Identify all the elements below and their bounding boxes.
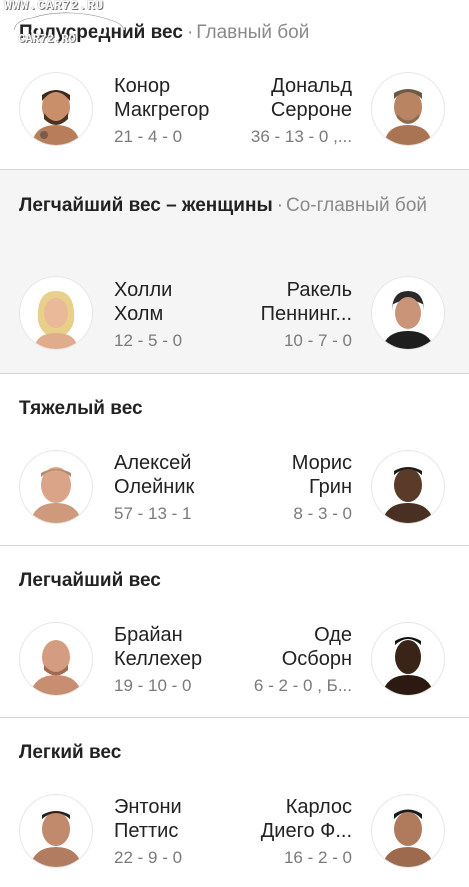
fighter-name-red[interactable]: Конор Макгрегор — [114, 74, 209, 122]
weight-class: Легчайший вес — [19, 570, 161, 591]
fight-header: Легчайший вес – женщины · Со-главный бой — [19, 190, 457, 221]
fighter-portrait-icon[interactable] — [20, 623, 92, 695]
fight-header: Легчайший вес — [19, 565, 457, 596]
fighter-portrait-icon[interactable] — [20, 277, 92, 349]
fighter-name-blue[interactable]: Морис Грин — [292, 451, 352, 499]
fighter-name-red[interactable]: Энтони Петтис — [114, 795, 182, 843]
fighter-record-blue: 16 - 2 - 0 — [283, 848, 352, 867]
fight-header: Легкий вес — [19, 737, 457, 768]
fighter-portrait-icon[interactable] — [20, 795, 92, 867]
fighter-portrait-icon[interactable] — [372, 795, 444, 867]
fighter-first-name: Оде — [314, 624, 352, 646]
fighter-first-name: Энтони — [114, 796, 182, 818]
fighter-last-name: Пеннинг... — [260, 303, 352, 325]
fighter-record-red: 57 - 13 - 1 — [114, 504, 192, 523]
fighter-first-name: Холли — [114, 279, 173, 301]
fighter-first-name: Ракель — [286, 279, 352, 301]
fighter-record-red: 19 - 10 - 0 — [114, 676, 192, 695]
fighter-portrait-icon[interactable] — [20, 73, 92, 145]
header-separator: · — [186, 22, 194, 43]
fighter-record-blue: 10 - 7 - 0 — [283, 331, 352, 350]
fighter-last-name: Диего Ф... — [260, 820, 352, 842]
fight-row[interactable]: Полусредний вес · Главный бой Конор Макгре… — [0, 0, 469, 170]
bout-type: Главный бой — [196, 22, 310, 43]
fight-card-screen: WWW.CAR72.RU CAR72.RO Полусредний вес · Гл… — [0, 0, 469, 887]
fighter-last-name: Олейник — [114, 476, 195, 498]
bout-type: Со-главный бой — [286, 195, 427, 216]
fight-row[interactable]: Легкий вес Энтони Петтис 22 - 9 - 0 Карл… — [0, 718, 469, 887]
fighter-portrait-icon[interactable] — [372, 623, 444, 695]
fighter-name-blue[interactable]: Карлос Диего Ф... — [261, 795, 352, 843]
header-separator: · — [276, 195, 284, 216]
fighter-portrait-icon[interactable] — [372, 73, 444, 145]
fighter-name-red[interactable]: Алексей Олейник — [114, 451, 194, 499]
fighter-portrait-icon[interactable] — [372, 277, 444, 349]
weight-class: Полусредний вес — [19, 22, 183, 43]
fighter-portrait-icon[interactable] — [20, 451, 92, 523]
fight-row[interactable]: Легчайший вес – женщины · Со-главный бой Х… — [0, 170, 469, 374]
fighter-record-red: 21 - 4 - 0 — [114, 127, 183, 146]
fighter-last-name: Макгрегор — [114, 99, 210, 121]
fighter-name-blue[interactable]: Оде Осборн — [282, 623, 352, 671]
fighter-first-name: Брайан — [114, 624, 183, 646]
fighter-first-name: Карлос — [285, 796, 352, 818]
fighter-first-name: Дональд — [271, 75, 352, 97]
fight-row[interactable]: Тяжелый вес Алексей Олейник 57 - 13 - 1 … — [0, 374, 469, 546]
fighter-last-name: Осборн — [281, 648, 352, 670]
fighter-record-red: 22 - 9 - 0 — [114, 848, 183, 867]
fighter-last-name: Петтис — [114, 820, 179, 842]
fighter-first-name: Алексей — [114, 452, 192, 474]
fighter-record-blue: 8 - 3 - 0 — [293, 504, 352, 523]
fighter-name-blue[interactable]: Ракель Пеннинг... — [261, 278, 352, 326]
fighter-last-name: Келлехер — [114, 648, 203, 670]
fighter-last-name: Грин — [308, 476, 352, 498]
fighter-first-name: Морис — [291, 452, 352, 474]
fighter-first-name: Конор — [114, 75, 171, 97]
fighter-last-name: Серроне — [270, 99, 352, 121]
fighter-name-blue[interactable]: Дональд Серроне — [271, 74, 352, 122]
fight-row[interactable]: Легчайший вес Брайан Келлехер 19 - 10 - … — [0, 546, 469, 718]
fighter-record-blue: 6 - 2 - 0 , Б... — [253, 676, 352, 695]
weight-class: Тяжелый вес — [19, 398, 143, 419]
fighter-name-red[interactable]: Холли Холм — [114, 278, 172, 326]
fighter-last-name: Холм — [114, 303, 164, 325]
fighter-portrait-icon[interactable] — [372, 451, 444, 523]
fighter-record-red: 12 - 5 - 0 — [114, 331, 183, 350]
fight-header: Тяжелый вес — [19, 393, 457, 424]
fighter-name-red[interactable]: Брайан Келлехер — [114, 623, 202, 671]
weight-class: Легчайший вес – женщины — [19, 195, 273, 216]
weight-class: Легкий вес — [19, 742, 122, 763]
fighter-record-blue: 36 - 13 - 0 ,... — [250, 127, 352, 146]
fight-header: Полусредний вес · Главный бой — [19, 17, 457, 48]
